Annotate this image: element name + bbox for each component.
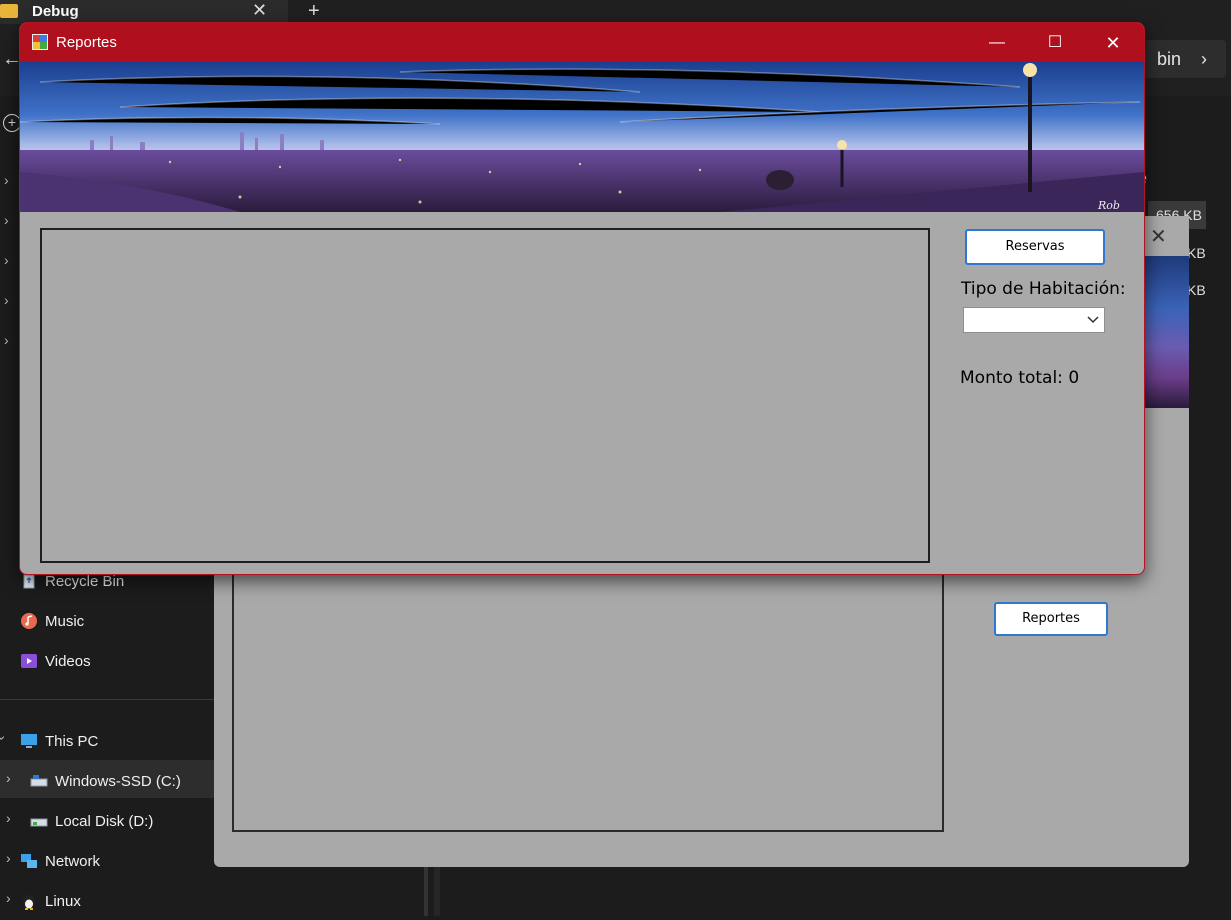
videos-icon [21, 654, 37, 668]
sidebar-item-windows-ssd[interactable]: Windows-SSD (C:) [30, 770, 210, 800]
chevron-right-icon[interactable]: › [6, 770, 11, 786]
tipo-habitacion-label: Tipo de Habitación: [961, 279, 1126, 299]
sidebar-item-music[interactable]: Music [20, 610, 210, 640]
tab-bar: Debug ✕ + [0, 0, 1231, 24]
sidebar-item-local-disk[interactable]: Local Disk (D:) [30, 810, 210, 840]
banner-signature: Rob [1098, 199, 1120, 212]
close-icon[interactable]: ✕ [1150, 224, 1167, 249]
folder-icon [0, 4, 18, 18]
app-icon [32, 34, 48, 50]
reservas-button[interactable]: Reservas [965, 229, 1105, 265]
tab-title: Debug [32, 3, 79, 20]
chevron-down-icon[interactable] [1086, 310, 1100, 328]
chevron-right-icon[interactable]: › [6, 850, 11, 866]
chevron-right-icon[interactable]: › [4, 292, 9, 308]
banner-image: Rob [20, 62, 1144, 212]
network-icon [21, 854, 37, 868]
drive-icon [30, 818, 48, 827]
pane-divider [434, 860, 440, 916]
close-button[interactable]: ✕ [1090, 28, 1136, 58]
chevron-right-icon[interactable]: › [4, 172, 9, 188]
data-grid[interactable] [232, 565, 944, 832]
pane-divider [424, 860, 428, 916]
tipo-habitacion-select[interactable] [963, 307, 1105, 333]
chevron-right-icon[interactable]: › [4, 252, 9, 268]
new-tab-button[interactable]: + [308, 0, 320, 23]
minimize-button[interactable]: — [974, 28, 1020, 58]
file-size: KB [1187, 245, 1206, 261]
banner-image [1143, 256, 1189, 408]
chevron-right-icon[interactable]: › [6, 810, 11, 826]
title-bar[interactable]: Reportes — ☐ ✕ [20, 23, 1144, 62]
sidebar-item-videos[interactable]: Videos [20, 650, 210, 680]
chevron-right-icon[interactable]: › [4, 212, 9, 228]
chevron-right-icon[interactable]: › [1201, 49, 1207, 70]
file-size: KB [1187, 282, 1206, 298]
window-title: Reportes [56, 34, 117, 51]
chevron-right-icon[interactable]: › [6, 890, 11, 906]
linux-penguin-icon [23, 895, 35, 910]
tab-debug[interactable]: Debug ✕ [0, 0, 288, 24]
chevron-down-icon[interactable]: › [0, 736, 10, 741]
sidebar-item-this-pc[interactable]: This PC [20, 730, 210, 760]
reportes-data-grid[interactable] [40, 228, 930, 563]
reportes-button[interactable]: Reportes [994, 602, 1108, 636]
music-icon [21, 613, 37, 629]
chevron-right-icon[interactable]: › [4, 332, 9, 348]
tab-close-icon[interactable]: ✕ [252, 0, 267, 21]
sidebar-item-network[interactable]: Network [20, 850, 210, 880]
monto-total-label: Monto total: 0 [960, 368, 1080, 388]
breadcrumb-bin[interactable]: bin [1157, 49, 1181, 70]
computer-icon [21, 734, 37, 748]
drive-icon [30, 775, 48, 787]
reportes-window: Reportes — ☐ ✕ Rob Reservas Tipo de Habi… [19, 22, 1145, 575]
nav-divider [0, 699, 214, 700]
maximize-button[interactable]: ☐ [1032, 28, 1078, 58]
